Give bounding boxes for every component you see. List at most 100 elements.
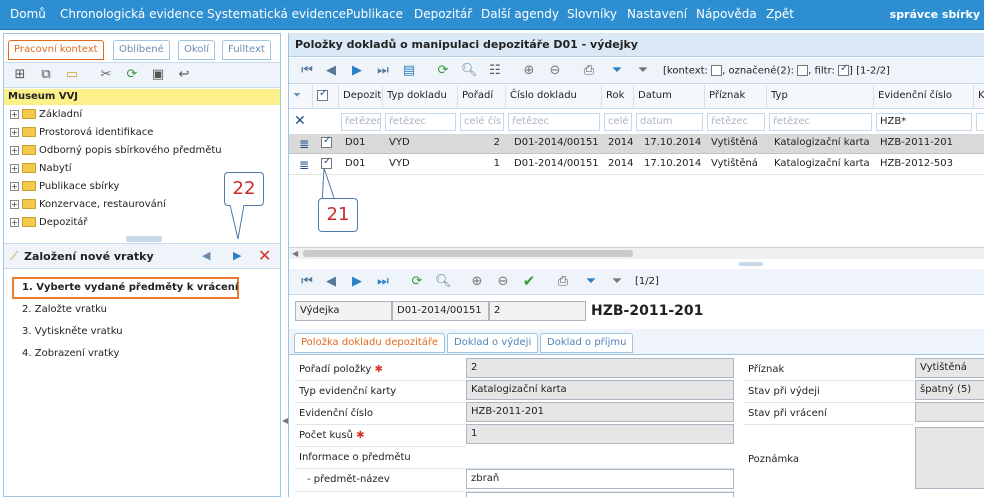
close-icon[interactable]: ✕ [258,246,271,265]
splitter-handle[interactable] [126,236,162,242]
tree-item-nabyti[interactable]: + Nabytí [10,161,72,177]
tab-doklad-o-vydeji[interactable]: Doklad o výdeji [447,333,539,353]
clear-filter-icon[interactable]: ⏷ [609,274,625,290]
menu-napoveda[interactable]: Nápověda [696,7,757,21]
context-checkbox[interactable] [711,65,723,76]
filter-evidencni-cislo[interactable]: HZB* [876,113,972,131]
folder-icon[interactable]: ▭ [64,67,80,83]
tree-item-publikace[interactable]: + Publikace sbírky [10,179,119,195]
previous-icon[interactable]: ◀ [323,274,339,290]
confirm-icon[interactable]: ✔ [521,273,537,289]
field-next[interactable] [466,492,734,497]
field-evidencni-cislo[interactable]: HZB-2011-201 [466,402,734,422]
tree-item-depozitar[interactable]: + Depozitář [10,215,88,231]
collapse-left-icon[interactable]: ◀ [282,416,288,425]
row-checkbox[interactable] [321,135,332,148]
menu-nastaveni[interactable]: Nastavení [627,7,687,21]
columns-icon[interactable]: ☷ [487,63,503,79]
tab-fulltext[interactable]: Fulltext [222,40,271,60]
tree-item-odborny-popis[interactable]: + Odborný popis sbírkového předmětu [10,143,222,159]
filter-datum[interactable]: datum [636,113,703,131]
previous-icon[interactable]: ◀ [323,63,339,79]
next-icon[interactable]: ▶ [349,274,365,290]
filter-k[interactable] [976,113,984,131]
filter-rok[interactable]: celé [604,113,632,131]
filter-typ-dokladu[interactable]: řetězec [385,113,456,131]
undo-icon[interactable]: ↩ [176,67,192,83]
filter-funnel-icon[interactable]: ⏷ [289,85,313,109]
wizard-step-4[interactable]: 4. Zobrazení vratky [22,348,119,359]
refresh-icon[interactable]: ⟳ [124,67,140,83]
menu-domu[interactable]: Domů [10,7,46,21]
filter-typ[interactable]: řetězec [769,113,872,131]
menu-slovniky[interactable]: Slovníky [567,7,617,21]
export-icon[interactable]: ▤ [401,63,417,79]
menu-dalsi-agendy[interactable]: Další agendy [481,7,559,21]
expand-icon[interactable]: + [10,181,19,191]
field-pocet-kusu[interactable]: 1 [466,424,734,444]
search-icon[interactable]: 🔍︎ [435,274,452,290]
wizard-step-1[interactable]: 1. Vyberte vydané předměty k vrácení [22,282,238,293]
tab-oblibene[interactable]: Oblíbené [113,40,170,60]
col-cislo-dokladu[interactable]: Číslo dokladu [506,85,602,109]
select-all-checkbox-cell[interactable] [313,85,339,109]
horizontal-scrollbar[interactable]: ◀ [289,247,984,259]
next-step-icon[interactable]: ▶ [233,249,241,262]
col-evidencni-cislo[interactable]: Evidenční číslo [874,85,974,109]
tree-item-prostorova[interactable]: + Prostorová identifikace [10,125,153,141]
scroll-left-icon[interactable]: ◀ [292,249,298,258]
wizard-step-2[interactable]: 2. Založte vratku [22,304,107,315]
table-row[interactable]: ≣ D01 VYD 2 D01-2014/00151 2014 17.10.20… [289,134,984,154]
col-rok[interactable]: Rok [602,85,634,109]
col-depozit[interactable]: Depozit [339,85,383,109]
filter-icon[interactable]: ⏷ [609,63,625,79]
filter-priznak[interactable]: řetězec [707,113,765,131]
expand-all-icon[interactable]: ⊞ [12,67,28,83]
menu-chronologicka-evidence[interactable]: Chronologická evidence [60,7,203,21]
search-icon[interactable]: 🔍︎ [461,63,478,79]
row-checkbox-cell[interactable] [317,134,336,154]
menu-publikace[interactable]: Publikace [346,7,403,21]
row-menu-icon[interactable]: ≣ [295,134,313,154]
refresh-icon[interactable]: ⟳ [435,63,451,79]
previous-step-icon[interactable]: ◀ [202,249,210,262]
remove-icon[interactable]: ⊖ [547,63,563,79]
clear-filters-icon[interactable]: ✕ [294,113,306,129]
print-icon[interactable]: ⎙ [555,274,571,290]
tree-item-konzervace[interactable]: + Konzervace, restaurování [10,197,166,213]
field-predmet-nazev[interactable]: zbraň [466,469,734,489]
clear-filter-icon[interactable]: ⏷ [635,63,651,79]
filter-cislo-dokladu[interactable]: řetězec [508,113,600,131]
expand-icon[interactable]: + [10,145,19,155]
last-page-icon[interactable]: ⏭ [375,274,391,290]
expand-icon[interactable]: + [10,199,19,209]
field-poradi-polozky[interactable]: 2 [466,358,734,378]
col-k[interactable]: K [974,85,984,109]
tab-doklad-o-prijmu[interactable]: Doklad o příjmu [540,333,634,353]
scrollbar-thumb[interactable] [303,250,633,257]
field-priznak[interactable]: Vytištěná [915,358,984,378]
refresh-icon[interactable]: ⟳ [409,274,425,290]
collapse-all-icon[interactable]: ⧉ [38,67,54,83]
col-typ[interactable]: Typ [767,85,874,109]
col-datum[interactable]: Datum [634,85,705,109]
user-name[interactable]: správce sbírky [890,8,980,21]
menu-zpet[interactable]: Zpět [766,7,794,21]
col-priznak[interactable]: Příznak [705,85,767,109]
menu-depozitar[interactable]: Depozitář [414,7,472,21]
col-typ-dokladu[interactable]: Typ dokladu [383,85,458,109]
next-icon[interactable]: ▶ [349,63,365,79]
tab-okoli[interactable]: Okolí [178,40,215,60]
table-row[interactable]: ≣ D01 VYD 1 D01-2014/00151 2014 17.10.20… [289,155,984,175]
expand-icon[interactable]: + [10,163,19,173]
select-all-checkbox[interactable] [317,88,328,101]
filter-poradi[interactable]: celé čís [460,113,504,131]
tab-pracovni-kontext[interactable]: Pracovní kontext [8,40,104,60]
remove-icon[interactable]: ⊖ [495,274,511,290]
first-page-icon[interactable]: ⏮ [299,63,315,79]
last-page-icon[interactable]: ⏭ [375,63,391,79]
expand-icon[interactable]: + [10,109,19,119]
filter-checkbox[interactable] [838,63,850,76]
row-menu-icon[interactable]: ≣ [295,155,313,175]
expand-icon[interactable]: + [10,127,19,137]
